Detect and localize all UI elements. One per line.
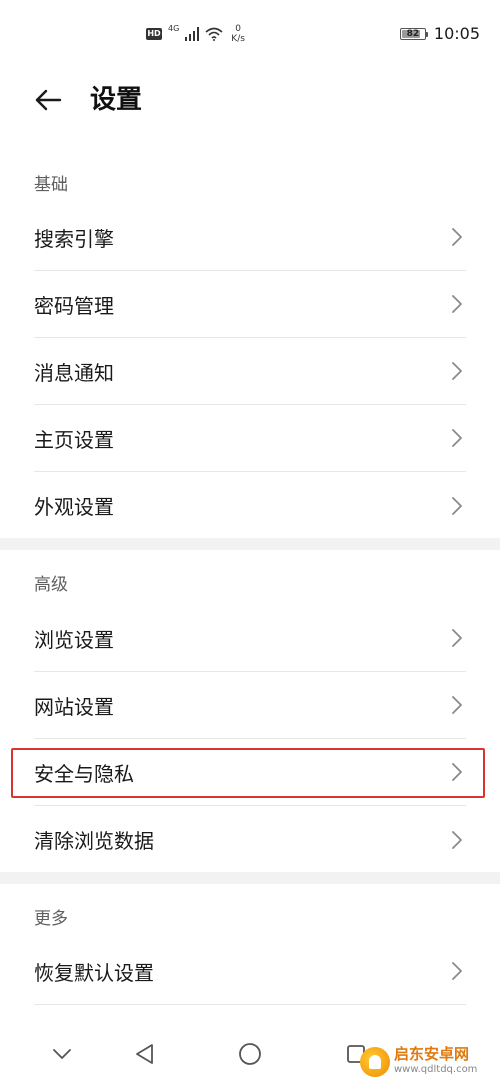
back-button[interactable] (26, 78, 70, 122)
clock: 10:05 (433, 24, 480, 43)
chevron-right-icon (450, 761, 464, 783)
nav-collapse-button[interactable] (42, 1034, 82, 1074)
settings-item-appearance[interactable]: 外观设置 (34, 472, 466, 539)
settings-item-notifications[interactable]: 消息通知 (34, 338, 466, 405)
section-label-advanced: 高级 (34, 575, 68, 595)
triangle-back-icon (136, 1044, 153, 1064)
nav-back-button[interactable] (124, 1034, 164, 1074)
network-speed: 0 K/s (231, 24, 245, 44)
network-type: 4G (168, 23, 180, 33)
settings-item-security-privacy[interactable]: 安全与隐私 (34, 739, 466, 806)
settings-item-label: 网站设置 (34, 694, 114, 719)
watermark-text: 启东安卓网 www.qdltdq.com (394, 1046, 477, 1078)
settings-item-label: 外观设置 (34, 495, 114, 519)
battery-icon: 82 (399, 27, 428, 40)
settings-list-basic: 搜索引擎 密码管理 消息通知 主页设置 外观设置 (0, 204, 500, 539)
section-label-basic: 基础 (34, 175, 68, 195)
network-speed-value: 0 (235, 24, 241, 34)
wifi-icon (205, 27, 223, 41)
chevron-right-icon (450, 829, 464, 851)
watermark-name: 启东安卓网 (394, 1045, 470, 1063)
settings-item-homepage[interactable]: 主页设置 (34, 405, 466, 472)
status-bar: HD 4G 0 K/s 82 10:05 (0, 0, 500, 72)
arrow-left-icon (35, 89, 62, 111)
page-title: 设置 (90, 85, 143, 115)
chevron-right-icon (450, 427, 464, 449)
settings-item-browsing[interactable]: 浏览设置 (34, 605, 466, 672)
cellular-signal-icon (185, 27, 200, 41)
chevron-right-icon (450, 226, 464, 248)
settings-item-label: 安全与隐私 (34, 761, 134, 786)
settings-item-password-manager[interactable]: 密码管理 (34, 271, 466, 338)
settings-item-label: 恢复默认设置 (34, 960, 154, 985)
settings-item-label: 搜索引擎 (34, 226, 114, 251)
chevron-right-icon (450, 694, 464, 716)
chevron-right-icon (450, 360, 464, 382)
settings-list-more: 恢复默认设置 (0, 938, 500, 1005)
watermark: 启东安卓网 www.qdltdq.com (360, 1040, 500, 1084)
settings-item-search-engine[interactable]: 搜索引擎 (34, 204, 466, 271)
settings-item-label: 清除浏览数据 (34, 829, 154, 853)
chevron-right-icon (450, 495, 464, 517)
settings-list-advanced: 浏览设置 网站设置 安全与隐私 清除浏览数据 (0, 605, 500, 873)
chevron-right-icon (450, 627, 464, 649)
battery-level: 82 (406, 28, 420, 39)
chevron-down-icon (53, 1049, 71, 1059)
settings-item-clear-browsing-data[interactable]: 清除浏览数据 (34, 806, 466, 873)
section-label-more: 更多 (34, 909, 68, 929)
network-speed-unit: K/s (231, 34, 245, 44)
chevron-right-icon (450, 960, 464, 982)
settings-item-label: 浏览设置 (34, 627, 114, 652)
hd-badge: HD (146, 28, 162, 40)
settings-item-label: 消息通知 (34, 360, 114, 385)
status-right: 82 10:05 (399, 24, 480, 43)
settings-item-label: 密码管理 (34, 293, 114, 318)
section-divider (0, 538, 500, 550)
watermark-url: www.qdltdq.com (394, 1064, 478, 1075)
circle-home-icon (239, 1043, 261, 1065)
status-indicators: HD 4G 0 K/s (146, 24, 245, 44)
chevron-right-icon (450, 293, 464, 315)
settings-item-label: 主页设置 (34, 427, 114, 452)
nav-home-button[interactable] (230, 1034, 270, 1074)
app-header: 设置 (0, 72, 500, 128)
settings-item-restore-defaults[interactable]: 恢复默认设置 (34, 938, 466, 1005)
watermark-logo-icon (360, 1047, 390, 1077)
settings-item-site-settings[interactable]: 网站设置 (34, 672, 466, 739)
section-divider (0, 872, 500, 884)
